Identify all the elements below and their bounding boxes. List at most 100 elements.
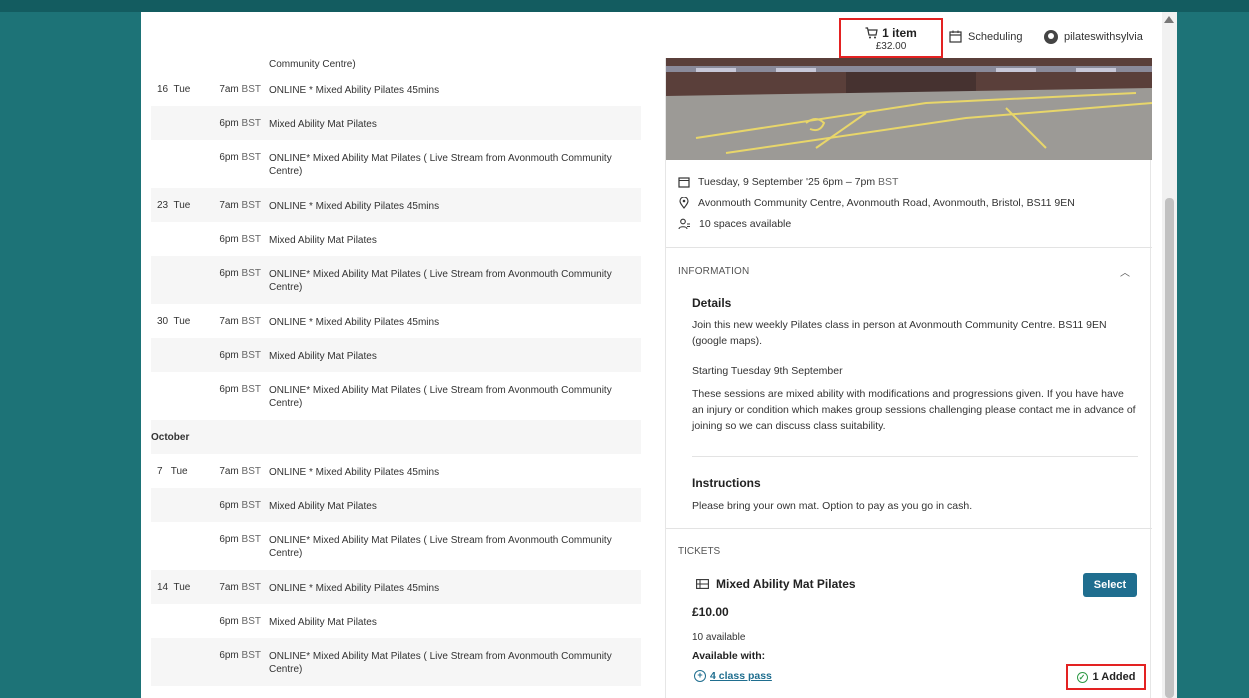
ticket-icon (696, 579, 709, 589)
chevron-up-icon[interactable]: ︿ (1120, 264, 1130, 279)
information-heading: INFORMATION (678, 266, 750, 277)
schedule-timezone: BST (241, 350, 261, 361)
schedule-timezone: BST (241, 200, 261, 211)
user-name: pilateswithsylvia (1064, 31, 1143, 43)
added-badge: ✓ 1 Added (1066, 664, 1146, 690)
user-menu[interactable]: pilateswithsylvia (1044, 30, 1143, 44)
schedule-title: ONLINE* Mixed Ability Mat Pilates ( Live… (269, 651, 612, 675)
schedule-time-cell: 7am BST (151, 84, 261, 95)
user-avatar-icon (1044, 30, 1058, 44)
schedule-time-cell: 7am BST (151, 316, 261, 327)
schedule-row[interactable]: 6pm BST Mixed Ability Mat Pilates (151, 106, 641, 140)
schedule-time-cell: 6pm BST (151, 152, 261, 163)
cart-button[interactable]: 1 item £32.00 (839, 18, 943, 58)
ticket-name: Mixed Ability Mat Pilates (696, 577, 856, 591)
cart-icon (865, 27, 878, 39)
divider (692, 456, 1138, 457)
schedule-time: 6pm (219, 350, 239, 361)
schedule-time: 7am (219, 200, 239, 211)
schedule-time: 6pm (219, 616, 239, 627)
schedule-timezone: BST (241, 152, 261, 163)
schedule-timezone: BST (241, 268, 261, 279)
schedule-time: 6pm (219, 500, 239, 511)
schedule-time: 6pm (219, 234, 239, 245)
schedule-timezone: BST (241, 118, 261, 129)
schedule-title: ONLINE * Mixed Ability Pilates 45mins (269, 317, 440, 328)
schedule-time: 6pm (219, 534, 239, 545)
schedule-partial-row: Community Centre) (151, 58, 641, 72)
schedule-title: ONLINE* Mixed Ability Mat Pilates ( Live… (269, 153, 612, 177)
schedule-time-cell: 6pm BST (151, 350, 261, 361)
location-pin-icon (679, 197, 689, 209)
schedule-title: ONLINE * Mixed Ability Pilates 45mins (269, 467, 440, 478)
details-paragraph-3: These sessions are mixed ability with mo… (692, 388, 1136, 432)
tickets-heading: TICKETS (678, 546, 721, 557)
schedule-time-cell: 6pm BST (151, 650, 261, 661)
schedule-row[interactable]: 7 Tue 7am BST ONLINE * Mixed Ability Pilat… (151, 454, 641, 488)
instructions-text: Please bring your own mat. Option to pay… (692, 500, 973, 512)
details-paragraph-1: Join this new weekly Pilates class in pe… (692, 319, 1107, 347)
schedule-row[interactable]: 6pm BST ONLINE* Mixed Ability Mat Pilates… (151, 140, 641, 188)
schedule-time-cell: 6pm BST (151, 500, 261, 511)
schedule-title: ONLINE * Mixed Ability Pilates 45mins (269, 583, 440, 594)
schedule-timezone: BST (241, 650, 261, 661)
schedule-time-cell: 7am BST (151, 200, 261, 211)
cart-count: 1 item (882, 26, 917, 40)
schedule-title: ONLINE* Mixed Ability Mat Pilates ( Live… (269, 535, 612, 559)
scrollbar[interactable] (1162, 12, 1177, 698)
scroll-up-arrow-icon[interactable] (1164, 16, 1174, 23)
schedule-time: 6pm (219, 268, 239, 279)
schedule-row[interactable]: 30 Tue 7am BST ONLINE * Mixed Ability Pila… (151, 304, 641, 338)
schedule-partial-text: Community Centre) (269, 59, 356, 70)
schedule-timezone: BST (241, 316, 261, 327)
divider (666, 247, 1152, 248)
event-location: Avonmouth Community Centre, Avonmouth Ro… (678, 197, 1075, 209)
schedule-time-cell: 6pm BST (151, 616, 261, 627)
schedule-row[interactable]: 6pm BST ONLINE* Mixed Ability Mat Pilates… (151, 522, 641, 570)
schedule-time-cell: 6pm BST (151, 534, 261, 545)
schedule-row[interactable]: 6pm BST Mixed Ability Mat Pilates (151, 222, 641, 256)
details-title: Details (692, 296, 732, 310)
schedule-time-cell: 7am BST (151, 466, 261, 477)
month-header: October (151, 420, 641, 454)
schedule-time-cell: 6pm BST (151, 118, 261, 129)
event-datetime: Tuesday, 9 September '25 6pm – 7pm BST (678, 176, 898, 188)
schedule-row[interactable]: 16 Tue 7am BST ONLINE * Mixed Ability Pila… (151, 72, 641, 106)
schedule-title: Mixed Ability Mat Pilates (269, 119, 377, 130)
schedule-timezone: BST (241, 534, 261, 545)
venue-photo (666, 58, 1152, 160)
month-label: October (151, 432, 190, 443)
ticket-name-text: Mixed Ability Mat Pilates (716, 577, 856, 591)
schedule-time-cell: 6pm BST (151, 234, 261, 245)
people-icon (678, 218, 690, 230)
added-label: 1 Added (1092, 671, 1136, 683)
ticket-availability: 10 available (692, 632, 746, 643)
schedule-row[interactable]: 6pm BST Mixed Ability Mat Pilates (151, 338, 641, 372)
class-pass-link[interactable]: + 4 class pass (694, 670, 772, 682)
schedule-time: 7am (219, 84, 239, 95)
schedule-row[interactable]: 21 Tue7am BSTONLINE * Mixed Ability Pila… (151, 686, 641, 698)
select-ticket-button[interactable]: Select (1083, 573, 1137, 597)
schedule-row[interactable]: 6pm BST Mixed Ability Mat Pilates (151, 488, 641, 522)
schedule-title: ONLINE * Mixed Ability Pilates 45mins (269, 201, 440, 212)
schedule-row[interactable]: 6pm BST ONLINE* Mixed Ability Mat Pilates… (151, 256, 641, 304)
schedule-row[interactable]: 6pm BST ONLINE* Mixed Ability Mat Pilates… (151, 372, 641, 420)
schedule-timezone: BST (241, 466, 261, 477)
schedule-time-cell: 7am BST (151, 582, 261, 593)
schedule-title: ONLINE* Mixed Ability Mat Pilates ( Live… (269, 385, 612, 409)
schedule-time: 6pm (219, 384, 239, 395)
scheduling-label: Scheduling (968, 30, 1023, 43)
details-paragraph-2: Starting Tuesday 9th September (692, 365, 843, 377)
schedule-row[interactable]: 6pm BST Mixed Ability Mat Pilates (151, 604, 641, 638)
schedule-row[interactable]: 6pm BST ONLINE* Mixed Ability Mat Pilates… (151, 638, 641, 686)
scrollbar-thumb[interactable] (1165, 198, 1174, 698)
schedule-row[interactable]: 14 Tue 7am BST ONLINE * Mixed Ability Pila… (151, 570, 641, 604)
schedule-timezone: BST (241, 500, 261, 511)
scheduling-link[interactable]: Scheduling (949, 30, 1022, 43)
booking-page: 1 item £32.00 Scheduling pilateswithsylv… (141, 12, 1162, 698)
schedule-row[interactable]: 23 Tue 7am BST ONLINE * Mixed Ability Pila… (151, 188, 641, 222)
instructions-title: Instructions (692, 476, 761, 490)
divider (666, 528, 1152, 529)
schedule-title: Mixed Ability Mat Pilates (269, 501, 377, 512)
schedule-timezone: BST (241, 616, 261, 627)
